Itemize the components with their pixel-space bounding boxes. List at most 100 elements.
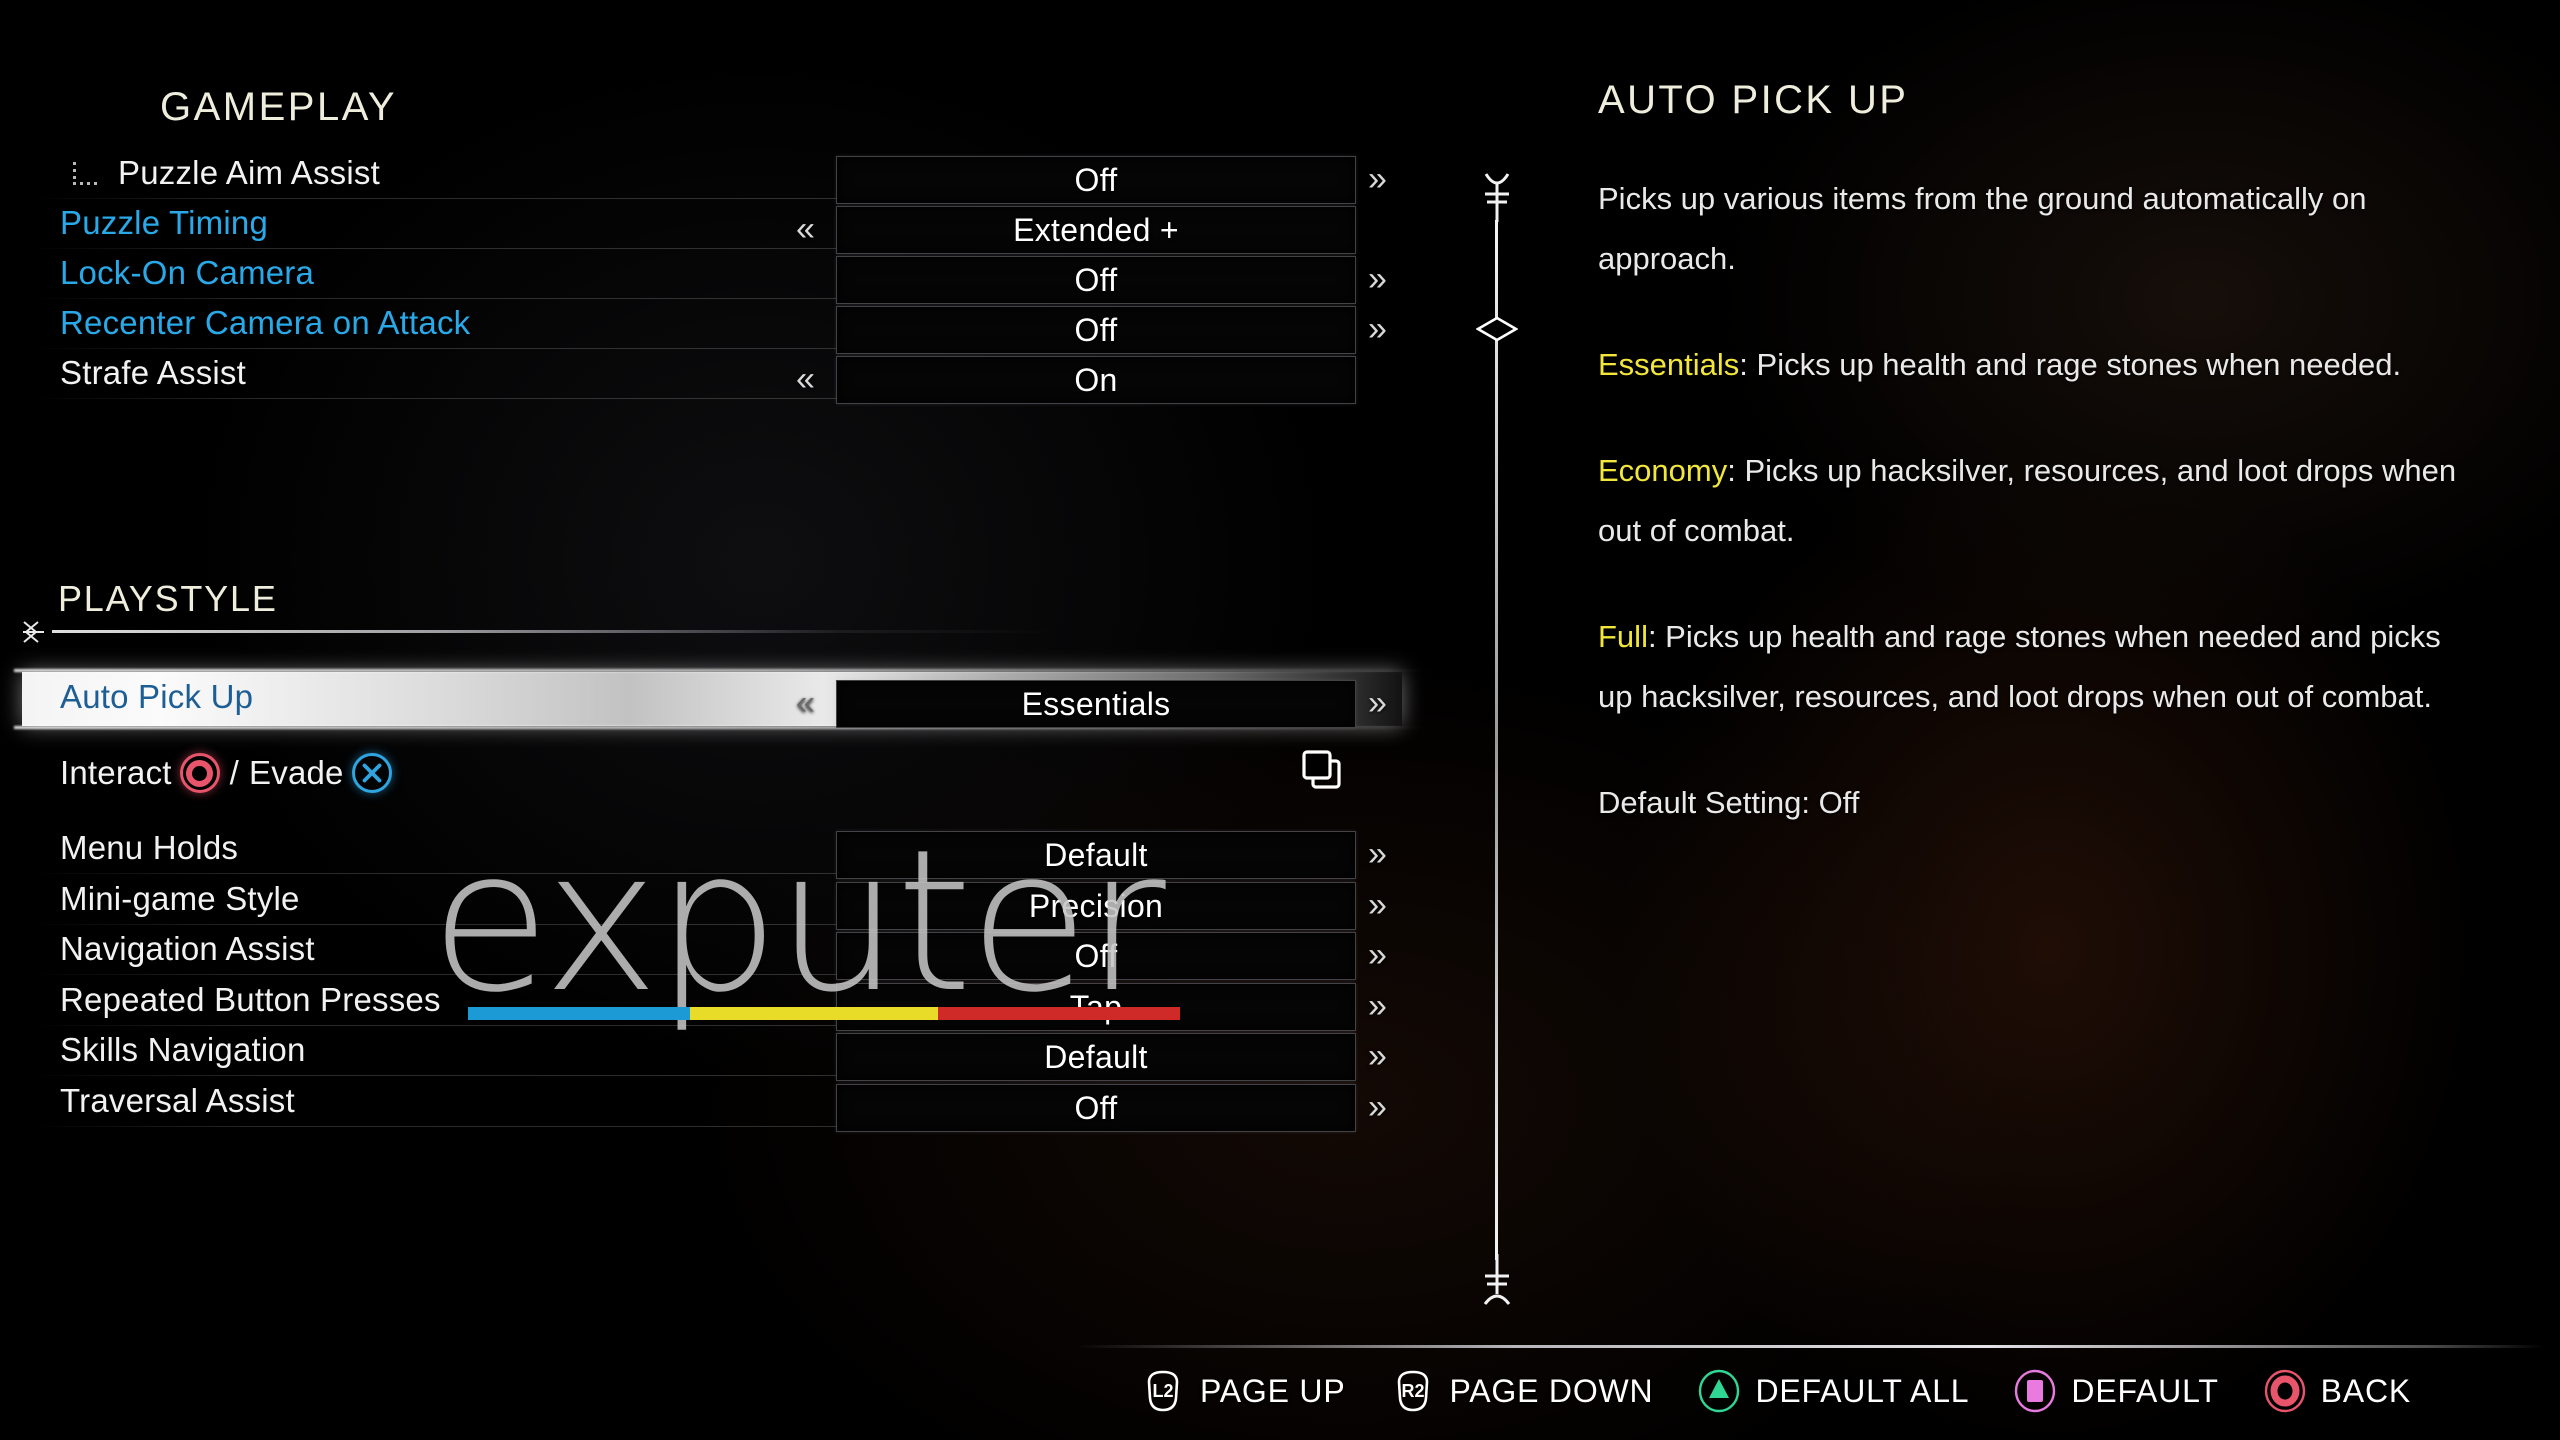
setting-row[interactable]: Auto Pick Up « » Essentials (0, 669, 1450, 729)
footer-hint-label: PAGE DOWN (1449, 1372, 1654, 1409)
description-option-keyword: Economy (1598, 453, 1728, 488)
description-default-setting: Default Setting: Off (1598, 785, 1860, 820)
decrement-chevron-icon[interactable]: « (796, 360, 815, 399)
setting-value: Off (1074, 161, 1118, 198)
setting-row[interactable]: Puzzle Aim Assist » Off (0, 148, 1450, 204)
setting-value-box[interactable]: Tap (836, 983, 1356, 1031)
footer-hint-label: BACK (2320, 1372, 2412, 1409)
increment-chevron-icon[interactable]: » (1368, 160, 1387, 199)
increment-chevron-icon[interactable]: » (1368, 1037, 1387, 1076)
increment-chevron-icon[interactable]: » (1368, 987, 1387, 1026)
setting-label: Lock-On Camera (60, 254, 315, 291)
setting-label: Skills Navigation (60, 1031, 306, 1068)
setting-value: Off (1074, 937, 1118, 974)
binding-separator: / (229, 754, 240, 791)
description-option: Full: Picks up health and rage stones wh… (1598, 607, 2478, 727)
setting-value: Off (1074, 311, 1118, 348)
setting-label: Puzzle Timing (60, 204, 269, 241)
increment-chevron-icon[interactable]: » (1368, 1088, 1387, 1127)
interact-evade-binding-row[interactable]: Interact / Evade (0, 748, 1450, 798)
setting-value: Essentials (1021, 685, 1171, 722)
increment-chevron-icon[interactable]: » (1368, 260, 1387, 299)
playstyle-divider (52, 630, 1062, 633)
setting-value: Extended + (1013, 211, 1179, 248)
setting-row[interactable]: Traversal Assist » Off (0, 1076, 1450, 1132)
description-intro: Picks up various items from the ground a… (1598, 181, 2367, 276)
playstation-cross-icon (351, 753, 392, 793)
binding-row-labels: Interact / Evade (60, 753, 400, 793)
footer-divider (1075, 1345, 2545, 1348)
l2-trigger-icon: L2 (1140, 1368, 1186, 1414)
gameplay-section-title: GAMEPLAY (160, 85, 398, 129)
r2-trigger-icon: R2 (1390, 1368, 1436, 1414)
setting-row[interactable]: Puzzle Timing « Extended + (0, 198, 1450, 254)
decrement-chevron-icon[interactable]: « (796, 210, 815, 249)
footer-hint-page-up[interactable]: L2 PAGE UP (1140, 1368, 1346, 1414)
setting-value-box[interactable]: Precision (836, 882, 1356, 930)
increment-chevron-icon[interactable]: » (1368, 936, 1387, 975)
setting-value: Off (1074, 261, 1118, 298)
setting-value: Off (1074, 1089, 1118, 1126)
footer-hint-page-down[interactable]: R2 PAGE DOWN (1390, 1368, 1654, 1414)
increment-chevron-icon[interactable]: » (1368, 310, 1387, 349)
scroll-thumb-diamond-icon[interactable] (1475, 316, 1519, 342)
decrement-chevron-icon[interactable]: « (796, 684, 815, 723)
interact-label: Interact (60, 754, 172, 791)
description-option: Essentials: Picks up health and rage sto… (1598, 335, 2478, 395)
svg-text:R2: R2 (1401, 1381, 1424, 1401)
setting-label: Mini-game Style (60, 880, 300, 917)
description-title: AUTO PICK UP (1598, 78, 1909, 122)
setting-value-box[interactable]: Off (836, 1084, 1356, 1132)
setting-row[interactable]: Navigation Assist » Off (0, 924, 1450, 980)
description-option-keyword: Full (1598, 619, 1648, 654)
swap-bindings-icon[interactable] (1300, 748, 1344, 797)
setting-label: Navigation Assist (60, 930, 315, 967)
setting-value: Default (1044, 1038, 1148, 1075)
playstation-circle-icon (2263, 1369, 2307, 1413)
setting-label: Traversal Assist (60, 1082, 295, 1119)
scrollbar-track[interactable] (1495, 220, 1498, 1260)
setting-value-box[interactable]: Default (836, 1033, 1356, 1081)
setting-value-box[interactable]: Extended + (836, 206, 1356, 254)
setting-value-box[interactable]: Essentials (836, 680, 1356, 728)
svg-text:L2: L2 (1152, 1381, 1173, 1401)
scroll-down-rune-icon[interactable] (1475, 1254, 1519, 1315)
setting-value-box[interactable]: Off (836, 156, 1356, 204)
setting-row[interactable]: Skills Navigation » Default (0, 1025, 1450, 1081)
setting-value-box[interactable]: Default (836, 831, 1356, 879)
footer-hint-default[interactable]: DEFAULT (2013, 1369, 2218, 1413)
footer-hint-label: PAGE UP (1200, 1372, 1346, 1409)
setting-value: Default (1044, 836, 1148, 873)
footer-hint-back[interactable]: BACK (2263, 1369, 2411, 1413)
setting-value-box[interactable]: On (836, 356, 1356, 404)
setting-value: Precision (1028, 887, 1164, 924)
increment-chevron-icon[interactable]: » (1368, 835, 1387, 874)
setting-label: Repeated Button Presses (60, 981, 441, 1018)
setting-row[interactable]: Menu Holds » Default (0, 823, 1450, 879)
description-option-text: : Picks up health and rage stones when n… (1598, 619, 2441, 714)
setting-row[interactable]: Mini-game Style » Precision (0, 874, 1450, 930)
description-options-group: Essentials: Picks up health and rage sto… (1598, 335, 2478, 727)
setting-value-box[interactable]: Off (836, 932, 1356, 980)
increment-chevron-icon[interactable]: » (1368, 886, 1387, 925)
footer-hint-label: DEFAULT (2071, 1372, 2219, 1409)
playstyle-section-title: PLAYSTYLE (58, 578, 278, 619)
settings-list-panel: GAMEPLAY Puzzle Aim Assist» Off Puzzle Tim… (0, 0, 1450, 1340)
setting-row[interactable]: Strafe Assist « On (0, 348, 1450, 404)
setting-value-box[interactable]: Off (836, 306, 1356, 354)
setting-label: Recenter Camera on Attack (60, 304, 471, 341)
setting-value-box[interactable]: Off (836, 256, 1356, 304)
row-highlight-edge-top (14, 669, 1434, 672)
playstation-triangle-icon (1697, 1369, 1741, 1413)
settings-scrollbar[interactable] (1462, 168, 1532, 1308)
description-option: Economy: Picks up hacksilver, resources,… (1598, 441, 2478, 561)
setting-row[interactable]: Recenter Camera on Attack » Off (0, 298, 1450, 354)
increment-chevron-icon[interactable]: » (1368, 684, 1387, 723)
footer-hint-default-all[interactable]: DEFAULT ALL (1697, 1369, 1969, 1413)
setting-row[interactable]: Repeated Button Presses » Tap (0, 975, 1450, 1031)
setting-label: Menu Holds (60, 829, 239, 866)
sub-item-tree-icon (72, 161, 106, 187)
setting-label: Puzzle Aim Assist (118, 154, 380, 191)
setting-row[interactable]: Lock-On Camera » Off (0, 248, 1450, 304)
setting-value: Tap (1069, 988, 1123, 1025)
